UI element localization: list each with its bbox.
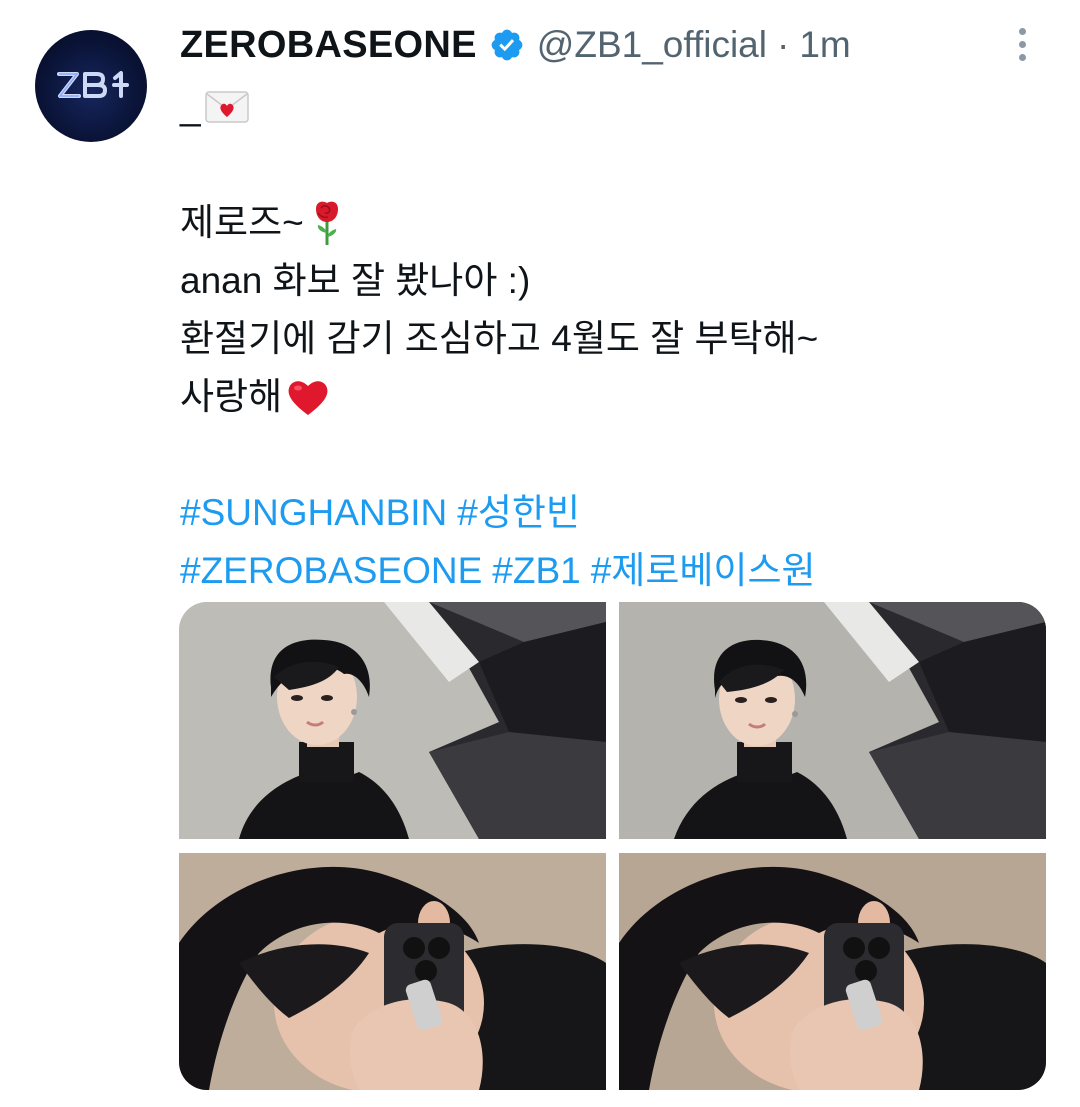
timestamp[interactable]: 1m xyxy=(799,24,850,66)
photo-2[interactable] xyxy=(619,602,1046,839)
tweet-header: ZEROBASEONE @ZB1_official · 1m xyxy=(180,20,851,70)
text-line-1: _ xyxy=(180,78,1040,136)
more-options-icon[interactable] xyxy=(1004,22,1040,66)
mirror-selfie-image xyxy=(619,853,1046,1090)
love-letter-icon xyxy=(204,91,249,123)
media-grid xyxy=(179,602,1046,1090)
verified-badge-icon xyxy=(491,29,523,61)
photo-1[interactable] xyxy=(179,602,606,839)
hashtag-zb1[interactable]: #ZB1 xyxy=(492,542,580,600)
photo-3[interactable] xyxy=(179,853,606,1090)
mirror-selfie-image xyxy=(179,853,606,1090)
text-line-4: 환절기에 감기 조심하고 4월도 잘 부탁해~ xyxy=(180,318,819,359)
hashtag-zerobaseone-korean[interactable]: #제로베이스원 xyxy=(591,542,816,600)
text-line-5: 사랑해 xyxy=(180,368,1040,426)
text-line-3: anan 화보 잘 봤나아 :) xyxy=(180,260,531,301)
avatar[interactable] xyxy=(35,30,147,142)
love-text: 사랑해 xyxy=(180,376,283,417)
handle[interactable]: @ZB1_official xyxy=(537,24,767,66)
studio-portrait-image xyxy=(619,602,1046,839)
zb1-logo-icon xyxy=(57,71,129,98)
tweet[interactable]: ZEROBASEONE @ZB1_official · 1m _ 제로즈~ an… xyxy=(0,0,1080,1107)
hashtag-zerobaseone[interactable]: #ZEROBASEONE xyxy=(180,542,482,600)
red-heart-icon xyxy=(288,381,328,415)
underscore-text: _ xyxy=(180,86,201,127)
hashtag-sunghanbin[interactable]: #SUNGHANBIN xyxy=(180,484,447,542)
studio-portrait-image xyxy=(179,602,606,839)
display-name[interactable]: ZEROBASEONE xyxy=(180,24,477,67)
separator-dot: · xyxy=(776,24,790,65)
photo-4[interactable] xyxy=(619,853,1046,1090)
hashtag-row-2: #ZEROBASEONE #ZB1 #제로베이스원 xyxy=(180,542,1040,600)
greeting-text: 제로즈~ xyxy=(180,202,304,243)
text-line-2: 제로즈~ xyxy=(180,194,1040,252)
hashtag-sunghanbin-korean[interactable]: #성한빈 xyxy=(457,484,580,542)
rose-icon xyxy=(315,201,338,245)
tweet-text: _ 제로즈~ anan 화보 잘 봤나아 :) 환절기에 감기 조심하고 4월도… xyxy=(180,78,1040,600)
hashtag-row-1: #SUNGHANBIN #성한빈 xyxy=(180,484,1040,542)
